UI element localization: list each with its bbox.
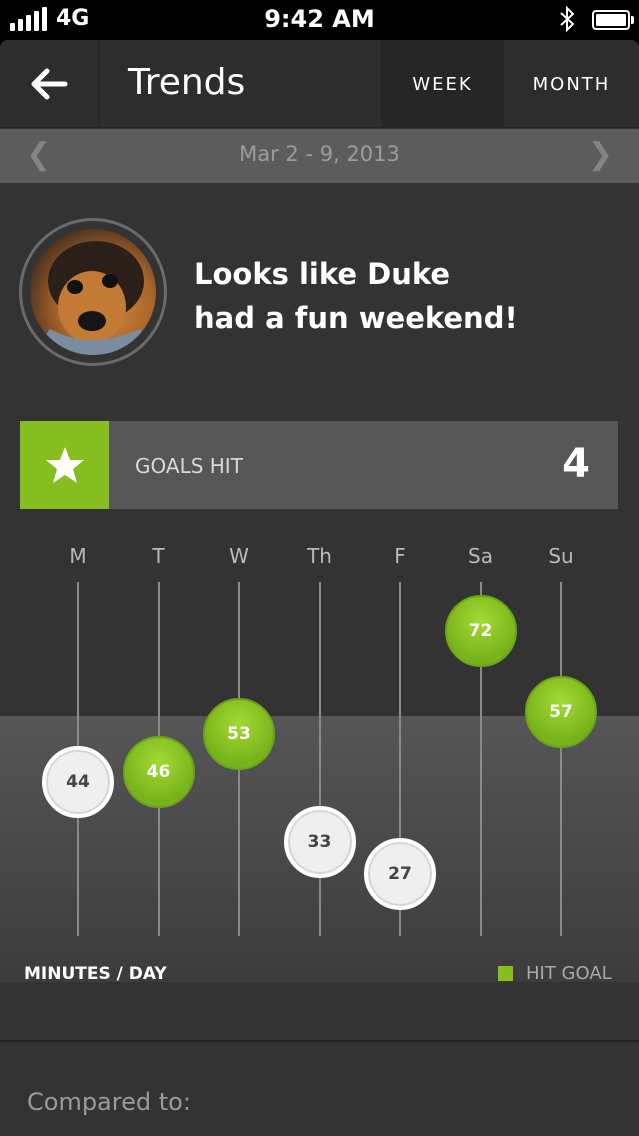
data-point-bubble[interactable]: 46 [122, 735, 195, 808]
date-range-bar: ❮ Mar 2 - 9, 2013 ❯ [0, 129, 639, 183]
legend-label: HIT GOAL [526, 963, 612, 984]
day-label: Su [548, 544, 574, 568]
day-label: Sa [468, 544, 493, 568]
message-line-1: Looks like Duke [194, 257, 451, 291]
day-gridline [560, 582, 562, 936]
goals-hit-count: 4 [562, 441, 590, 487]
weekly-minutes-chart: M T W Th F Sa Su 44 46 53 33 27 72 57 [0, 532, 639, 982]
goal-star-badge [20, 421, 109, 509]
avatar[interactable] [19, 218, 167, 366]
bluetooth-icon [560, 5, 575, 33]
goals-hit-bar: GOALS HIT 4 [20, 421, 618, 509]
next-week-button[interactable]: ❯ [588, 137, 613, 172]
data-point-bubble[interactable]: 53 [203, 697, 275, 770]
day-label: W [229, 544, 249, 568]
activity-message: Looks like Duke had a fun weekend! [194, 252, 518, 340]
tab-week[interactable]: WEEK [381, 40, 503, 128]
goals-hit-label: GOALS HIT [135, 454, 243, 478]
compared-to-label: Compared to: [27, 1088, 191, 1116]
tab-month[interactable]: MONTH [503, 40, 639, 128]
day-label: F [394, 544, 406, 568]
status-bar: 4G 9:42 AM [0, 0, 639, 40]
chart-axis-label: MINUTES / DAY [24, 964, 167, 984]
back-button[interactable] [0, 40, 99, 128]
section-divider [0, 1040, 639, 1042]
day-label: T [152, 544, 165, 568]
data-point-bubble[interactable]: 44 [42, 746, 114, 819]
day-gridline [318, 582, 321, 936]
battery-icon [592, 10, 634, 30]
message-line-2: had a fun weekend! [194, 301, 518, 335]
data-point-bubble[interactable]: 72 [444, 595, 517, 668]
trends-screen: Trends WEEK MONTH ❮ Mar 2 - 9, 2013 ❯ Lo… [0, 40, 639, 1136]
date-range-label: Mar 2 - 9, 2013 [239, 142, 400, 166]
star-icon [45, 447, 84, 483]
data-point-bubble[interactable]: 27 [364, 838, 436, 911]
day-label: M [69, 544, 87, 568]
legend-swatch [498, 966, 513, 981]
day-label: Th [307, 544, 332, 568]
dog-photo [30, 229, 156, 355]
back-arrow-icon [31, 68, 68, 100]
top-navigation-bar: Trends WEEK MONTH [0, 40, 639, 128]
page-title: Trends [128, 62, 246, 103]
status-time: 9:42 AM [264, 5, 375, 33]
data-point-bubble[interactable]: 33 [283, 805, 356, 878]
data-point-bubble[interactable]: 57 [525, 676, 597, 749]
